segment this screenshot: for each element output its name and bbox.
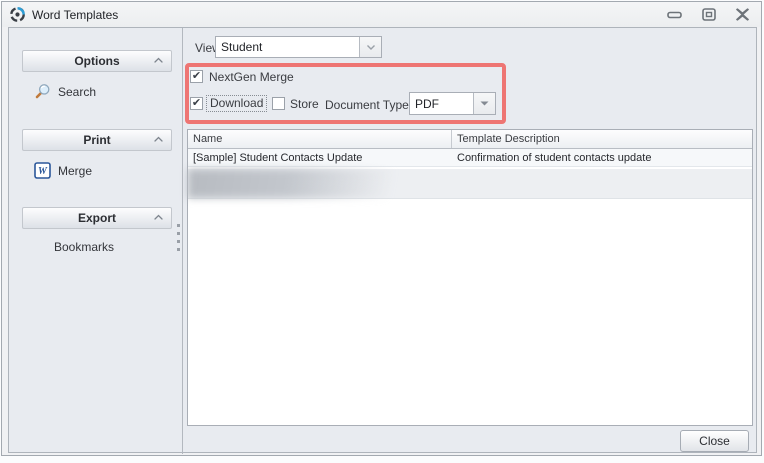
maximize-icon [702, 8, 716, 21]
column-header-name[interactable]: Name [188, 130, 452, 148]
splitter-grip[interactable] [177, 224, 180, 251]
table-row[interactable]: [Sample] Student Contacts Update Confirm… [188, 149, 752, 167]
store-label[interactable]: Store [290, 97, 319, 111]
redacted-content [188, 169, 413, 198]
collapse-chevron-icon[interactable] [154, 57, 163, 63]
close-button-label: Close [699, 434, 730, 448]
word-templates-window: Word Templates Options [1, 1, 762, 456]
sidebar-group-export[interactable]: Export [22, 207, 172, 229]
store-checkbox[interactable] [272, 97, 285, 110]
close-button[interactable]: Close [680, 430, 749, 452]
svg-text:W: W [38, 166, 48, 177]
sidebar-group-options[interactable]: Options [22, 50, 172, 72]
table-row-redacted[interactable] [188, 169, 752, 199]
document-type-label: Document Type [325, 98, 409, 112]
download-label[interactable]: Download [206, 95, 267, 112]
document-type-dropdown-button[interactable] [473, 93, 495, 114]
group-print-label: Print [83, 133, 110, 147]
client-area: Options Search Print W Merge Export [8, 27, 757, 453]
sidebar-splitter[interactable] [182, 28, 183, 454]
sidebar-item-search-label: Search [58, 85, 96, 99]
group-export-label: Export [78, 211, 116, 225]
document-type-combobox[interactable]: PDF [409, 92, 496, 115]
document-type-value: PDF [410, 93, 473, 114]
nextgen-merge-checkbox[interactable] [190, 70, 203, 83]
window-title: Word Templates [32, 8, 118, 22]
view-combobox[interactable]: Student [215, 36, 382, 58]
sidebar-item-merge-label: Merge [58, 164, 92, 178]
cell-template-description: Confirmation of student contacts update [452, 149, 752, 166]
maximize-button[interactable] [698, 7, 719, 23]
close-window-button[interactable] [732, 7, 753, 23]
grid-header: Name Template Description [188, 130, 752, 149]
collapse-chevron-icon[interactable] [154, 214, 163, 220]
nextgen-merge-label[interactable]: NextGen Merge [209, 70, 294, 84]
app-logo-icon [9, 6, 26, 23]
download-checkbox[interactable] [190, 97, 203, 110]
sidebar-group-print[interactable]: Print [22, 129, 172, 151]
sidebar-item-search[interactable]: Search [34, 83, 96, 100]
group-options-label: Options [74, 54, 119, 68]
sidebar-item-bookmarks[interactable]: Bookmarks [54, 240, 114, 254]
templates-grid: Name Template Description [Sample] Stude… [187, 129, 753, 426]
sidebar-item-bookmarks-label: Bookmarks [54, 240, 114, 254]
view-dropdown-button[interactable] [359, 37, 381, 57]
sidebar-item-merge[interactable]: W Merge [34, 162, 92, 179]
collapse-chevron-icon[interactable] [154, 136, 163, 142]
word-document-icon: W [34, 162, 51, 179]
titlebar: Word Templates [2, 2, 761, 27]
view-value: Student [216, 37, 359, 57]
chevron-down-icon [367, 45, 375, 50]
magnifier-icon [34, 83, 51, 100]
minimize-button[interactable] [664, 7, 685, 23]
close-icon [735, 8, 750, 21]
minimize-icon [667, 11, 682, 19]
cell-template-name: [Sample] Student Contacts Update [188, 149, 452, 166]
chevron-down-icon [480, 101, 489, 106]
column-header-description[interactable]: Template Description [452, 130, 752, 148]
